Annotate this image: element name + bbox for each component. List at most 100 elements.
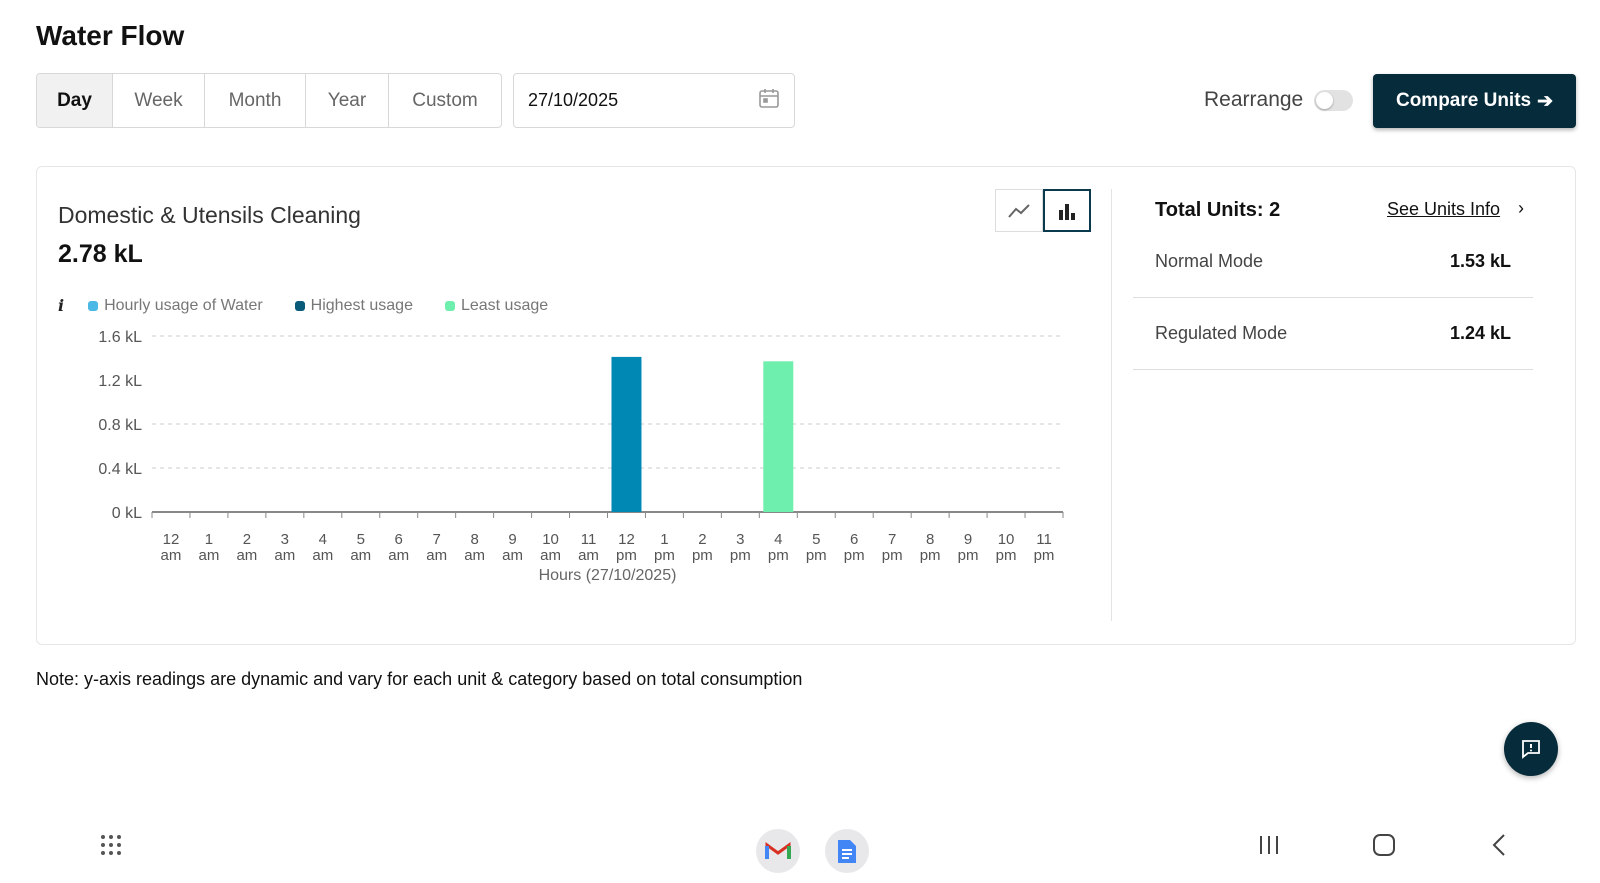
row-value: 1.53 kL — [1449, 251, 1511, 271]
x-tick-label: 2 — [243, 531, 251, 548]
legend-swatch — [294, 300, 305, 311]
chevron-right-icon[interactable]: › — [1518, 198, 1524, 219]
compare-units-label: Compare Units — [1395, 90, 1532, 111]
x-tick-label: am — [388, 547, 409, 564]
bar-chart-button[interactable] — [1043, 189, 1091, 232]
hourly-bar-chart: 1.6 kL1.2 kL0.8 kL0.4 kL0 kL12am1am2am3a… — [98, 329, 1064, 584]
legend-highest: Highest usage — [294, 296, 413, 315]
total-units: Total Units: 2 — [1155, 199, 1281, 221]
category-title: Domestic & Utensils Cleaning — [58, 202, 361, 228]
legend-swatch — [88, 300, 99, 311]
x-tick-label: 3 — [281, 531, 289, 548]
x-tick-label: 6 — [850, 531, 858, 548]
x-tick-label: 10 — [542, 531, 559, 548]
y-tick-label: 1.6 kL — [98, 329, 142, 346]
bar-chart-icon — [1059, 203, 1075, 220]
x-tick-label: 4 — [319, 531, 327, 548]
x-tick-label: 4 — [774, 531, 782, 548]
tab-month[interactable]: Month — [205, 74, 306, 127]
arrow-right-icon: ➔ — [1537, 90, 1554, 112]
recent-apps-icon[interactable] — [1256, 830, 1282, 860]
date-field[interactable]: 27/10/2025 — [513, 73, 795, 128]
x-tick-label: 10 — [998, 531, 1015, 548]
y-tick-label: 1.2 kL — [98, 373, 142, 390]
x-tick-label: am — [312, 547, 333, 564]
see-units-info-link[interactable]: See Units Info — [1387, 199, 1500, 220]
x-tick-label: am — [161, 547, 182, 564]
x-tick-label: 5 — [812, 531, 820, 548]
legend-least: Least usage — [444, 296, 549, 315]
row-value: 1.24 kL — [1449, 323, 1511, 343]
vertical-divider — [1111, 189, 1112, 621]
compare-units-button[interactable]: Compare Units ➔ — [1373, 74, 1576, 128]
y-tick-label: 0 kL — [112, 505, 142, 522]
calendar-icon[interactable] — [758, 87, 780, 114]
x-axis-title: Hours (27/10/2025) — [539, 567, 677, 584]
gmail-app-icon[interactable] — [756, 829, 800, 873]
bar-4-pm — [763, 361, 794, 512]
feedback-button[interactable] — [1504, 722, 1558, 776]
back-icon[interactable] — [1487, 830, 1511, 860]
x-tick-label: am — [502, 547, 523, 564]
tab-week[interactable]: Week — [113, 74, 205, 127]
note-text: Note: y-axis readings are dynamic and va… — [36, 669, 803, 689]
x-tick-label: 7 — [433, 531, 441, 548]
x-tick-label: am — [426, 547, 447, 564]
row-label: Normal Mode — [1155, 251, 1264, 271]
x-tick-label: pm — [920, 547, 941, 564]
legend-label: Highest usage — [310, 296, 413, 314]
x-tick-label: am — [236, 547, 257, 564]
legend-label: Least usage — [460, 296, 549, 314]
x-tick-label: 11 — [1036, 531, 1052, 548]
x-tick-label: 2 — [698, 531, 706, 548]
line-chart-button[interactable] — [995, 189, 1043, 232]
y-tick-label: 0.4 kL — [98, 461, 142, 478]
x-tick-label: 6 — [395, 531, 403, 548]
rearrange-label: Rearrange — [1204, 88, 1304, 111]
x-tick-label: am — [540, 547, 561, 564]
unit-row-regulated: Regulated Mode 1.24 kL — [1133, 298, 1533, 370]
docs-app-icon[interactable] — [825, 829, 869, 873]
tab-year[interactable]: Year — [306, 74, 389, 127]
x-tick-label: pm — [958, 547, 979, 564]
info-icon[interactable]: i — [58, 296, 64, 315]
x-tick-label: pm — [882, 547, 903, 564]
chart-legend: i Hourly usage of Water Highest usage Le… — [58, 296, 572, 315]
x-tick-label: pm — [1034, 547, 1055, 564]
home-icon[interactable] — [1370, 830, 1398, 860]
x-tick-label: 12 — [618, 531, 635, 548]
tab-day[interactable]: Day — [37, 74, 113, 127]
x-tick-label: pm — [768, 547, 789, 564]
rearrange-toggle[interactable] — [1314, 90, 1353, 111]
legend-swatch — [444, 300, 455, 311]
chart-type-toggle — [995, 189, 1091, 232]
line-chart-icon — [1008, 203, 1030, 218]
category-total: 2.78 kL — [58, 240, 143, 268]
x-tick-label: 1 — [205, 531, 213, 548]
x-tick-label: am — [350, 547, 371, 564]
app-drawer-icon[interactable] — [96, 830, 126, 860]
x-tick-label: am — [464, 547, 485, 564]
x-tick-label: pm — [616, 547, 637, 564]
x-tick-label: pm — [806, 547, 827, 564]
unit-row-normal: Normal Mode 1.53 kL — [1133, 226, 1533, 298]
x-tick-label: 5 — [357, 531, 365, 548]
x-tick-label: pm — [844, 547, 865, 564]
row-label: Regulated Mode — [1155, 323, 1288, 343]
x-tick-label: 12 — [163, 531, 180, 548]
period-tabs: Day Week Month Year Custom — [36, 73, 502, 128]
bar-12-pm — [611, 356, 642, 512]
x-tick-label: 7 — [888, 531, 896, 548]
feedback-icon — [1522, 740, 1540, 759]
legend-label: Hourly usage of Water — [104, 296, 263, 314]
x-tick-label: 9 — [508, 531, 516, 548]
x-tick-label: am — [199, 547, 220, 564]
y-tick-label: 0.8 kL — [98, 417, 142, 434]
x-tick-label: am — [578, 547, 599, 564]
x-tick-label: 11 — [581, 531, 597, 548]
x-tick-label: am — [274, 547, 295, 564]
x-tick-label: 1 — [660, 531, 668, 548]
tab-custom[interactable]: Custom — [389, 74, 501, 127]
legend-hourly: Hourly usage of Water — [88, 297, 263, 315]
x-tick-label: 3 — [736, 531, 744, 548]
